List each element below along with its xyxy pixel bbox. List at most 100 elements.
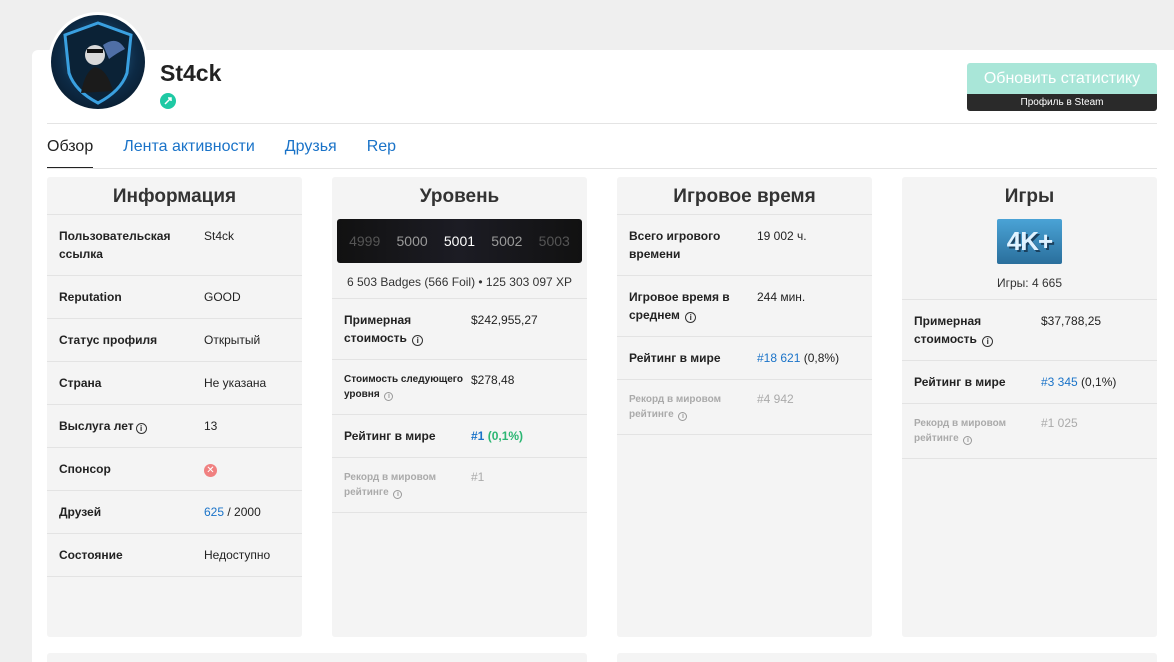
playtime-panel-title: Игровое время [617,177,872,215]
level-number: 5002 [491,233,523,249]
level-value: $242,955,27 [471,313,538,327]
tab-activity-feed[interactable]: Лента активности [123,134,255,169]
info-value: St4ck [204,229,235,243]
games-record-row: Рекорд в мировом рейтинге i #1 025 [902,404,1157,459]
info-row-reputation: Reputation GOOD [47,276,302,319]
avatar-image [51,15,145,109]
level-rank: #1 (0,1%) [471,427,575,445]
info-value: Не указана [204,376,267,390]
info-row-years: Выслуга лет i 13 [47,405,302,448]
bottom-panel-left [47,653,587,662]
games-value-label-wrap: Примерная стоимость i [914,312,1041,348]
info-icon[interactable]: i [393,490,403,499]
level-value-row: Примерная стоимость i $242,955,27 [332,299,587,360]
tabs-divider [47,168,1157,169]
info-value: Недоступно [204,548,271,562]
playtime-total-label: Всего игрового времени [629,229,721,261]
info-icon[interactable]: i [685,312,697,323]
playtime-panel: Игровое время Всего игрового времени 19 … [617,177,872,637]
reputation-value: GOOD [204,290,241,304]
friends-limit: / 2000 [227,505,261,519]
playtime-rank-row: Рейтинг в мире #18 621 (0,8%) [617,337,872,380]
playtime-record-label-wrap: Рекорд в мировом рейтинге i [629,392,757,422]
level-panel-title: Уровень [419,186,500,207]
games-record-label: Рекорд в мировом рейтинге [914,418,1007,444]
header-divider [47,123,1157,124]
playtime-avg-row: Игровое время в среднем i 244 мин. [617,276,872,337]
playtime-record-value: #4 942 [757,392,794,406]
level-value-label-wrap: Примерная стоимость i [344,311,471,347]
level-record-label: Рекорд в мировом рейтинге [344,472,437,498]
level-rank-link[interactable]: #1 [471,429,484,443]
info-row-country: Страна Не указана [47,362,302,405]
games-panel: Игры 4K+ Игры: 4 665 Примерная стоимость… [902,177,1157,637]
info-icon[interactable]: i [963,436,973,445]
games-badge: 4K+ [997,219,1062,264]
friends-count-link[interactable]: 625 [204,505,224,519]
avatar [48,12,148,112]
info-icon[interactable]: i [678,412,688,421]
info-label: Страна [59,376,102,390]
playtime-avg-label-wrap: Игровое время в среднем i [629,288,757,324]
info-label: Спонсор [59,462,111,476]
games-rank-link[interactable]: #3 345 [1041,375,1078,389]
steam-profile-link[interactable]: Профиль в Steam [967,94,1157,111]
info-label-wrap: Выслуга лет i [59,417,204,435]
info-label: Reputation [59,290,122,304]
playtime-total-row: Всего игрового времени 19 002 ч. [617,215,872,276]
info-label: Друзей [59,505,102,519]
level-rank-label: Рейтинг в мире [344,429,436,443]
level-number: 4999 [349,233,381,249]
level-record-row: Рекорд в мировом рейтинге i #1 [332,458,587,513]
playtime-rank-link[interactable]: #18 621 [757,351,800,365]
playtime-rank: #18 621 (0,8%) [757,349,860,367]
info-panel: Информация Пользовательская ссылка St4ck… [47,177,302,637]
info-label: Пользовательская ссылка [59,229,171,261]
info-icon[interactable]: i [412,335,424,346]
info-value: 13 [204,419,218,433]
playtime-avg-label: Игровое время в среднем [629,290,730,322]
games-record-label-wrap: Рекорд в мировом рейтинге i [914,416,1041,446]
next-level-label-wrap: Стоимость следующего уровня i [344,372,471,402]
games-value-row: Примерная стоимость i $37,788,25 [902,300,1157,361]
playtime-total-value: 19 002 ч. [757,229,807,243]
info-label: Статус профиля [59,333,158,347]
level-rank-percent: (0,1%) [487,429,524,443]
friends-value: 625 / 2000 [204,503,290,521]
sponsor-status: ✕ [204,460,290,478]
games-record-value: #1 025 [1041,416,1078,430]
profile-username: St4ck [160,60,222,86]
playtime-avg-value: 244 мин. [757,290,806,304]
info-label: Состояние [59,548,123,562]
level-rank-row: Рейтинг в мире #1 (0,1%) [332,415,587,458]
tab-overview[interactable]: Обзор [47,134,94,169]
next-level-value: $278,48 [471,372,515,387]
info-icon[interactable]: i [135,423,147,434]
current-level: 5001 [443,233,476,249]
info-label: Выслуга лет [59,419,134,433]
info-row-sponsor: Спонсор ✕ [47,448,302,491]
level-record-value: #1 [471,470,485,484]
info-row-state: Состояние Недоступно [47,534,302,577]
level-panel: Уровень 4999 5000 5001 5002 5003 6 503 B… [332,177,587,637]
tab-friends[interactable]: Друзья [285,134,337,169]
level-record-label-wrap: Рекорд в мировом рейтинге i [344,470,471,500]
next-level-label: Стоимость следующего уровня [344,374,463,400]
level-number: 5000 [396,233,428,249]
info-icon[interactable]: i [982,336,994,347]
playtime-record-row: Рекорд в мировом рейтинге i #4 942 [617,380,872,435]
next-level-row: Стоимость следующего уровня i $278,48 [332,360,587,415]
info-row-status: Статус профиля Открытый [47,319,302,362]
refresh-stats-button[interactable]: Обновить статистику [967,63,1157,94]
info-row-friends: Друзей 625 / 2000 [47,491,302,534]
info-icon[interactable]: i [384,392,394,401]
profile-tabs: Обзор Лента активности Друзья Rep [47,134,426,169]
playtime-rank-label: Рейтинг в мире [629,351,721,365]
tab-rep[interactable]: Rep [367,134,396,169]
games-value: $37,788,25 [1041,314,1102,328]
games-rank: #3 345 (0,1%) [1041,373,1145,391]
level-number: 5003 [538,233,570,249]
games-value-label: Примерная стоимость [914,314,982,346]
playtime-rank-percent: (0,8%) [803,351,840,365]
playtime-record-label: Рекорд в мировом рейтинге [629,394,722,420]
